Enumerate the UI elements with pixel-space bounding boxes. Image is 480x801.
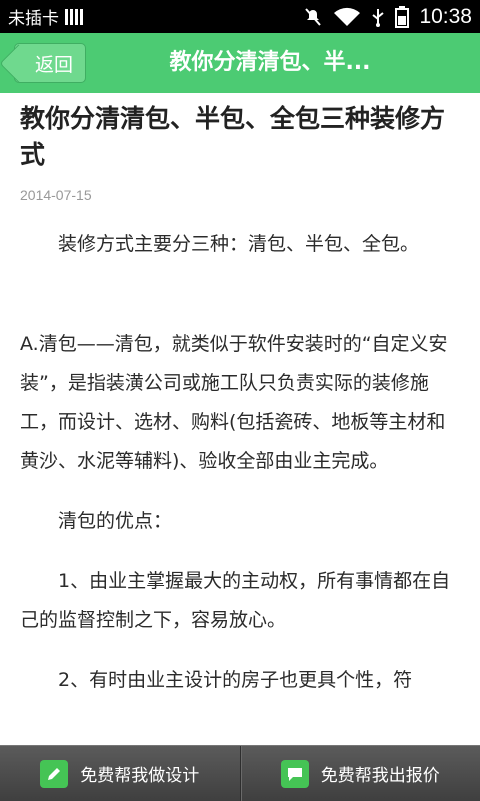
article-title: 教你分清清包、半包、全包三种装修方式 xyxy=(20,101,460,173)
back-button-label: 返回 xyxy=(35,50,73,77)
free-design-label: 免费帮我做设计 xyxy=(80,761,199,786)
status-left: 未插卡 xyxy=(8,4,83,29)
paragraph: 1、由业主掌握最大的主动权，所有事情都在自己的监督控制之下，容易放心。 xyxy=(20,562,460,640)
paragraph-gap xyxy=(20,285,460,325)
free-quote-button[interactable]: 免费帮我出报价 xyxy=(240,746,480,801)
paragraph: 清包的优点： xyxy=(20,502,460,541)
article-content[interactable]: 教你分清清包、半包、全包三种装修方式 2014-07-15 装修方式主要分三种：… xyxy=(0,93,480,745)
paragraph: 装修方式主要分三种：清包、半包、全包。 xyxy=(20,225,460,264)
free-quote-label: 免费帮我出报价 xyxy=(321,761,440,786)
signal-icon xyxy=(65,9,83,25)
wifi-icon xyxy=(333,7,361,27)
paragraph: A.清包——清包，就类似于软件安装时的“自定义安装”，是指装潢公司或施工队只负责… xyxy=(20,325,460,481)
page-title: 教你分清清包、半... xyxy=(120,33,420,93)
status-bar: 未插卡 10:38 xyxy=(0,0,480,33)
app-header: 返回 教你分清清包、半... xyxy=(0,33,480,93)
article-body: 装修方式主要分三种：清包、半包、全包。 A.清包——清包，就类似于软件安装时的“… xyxy=(20,225,460,700)
back-button[interactable]: 返回 xyxy=(14,43,86,83)
pencil-icon xyxy=(40,760,68,788)
article-date: 2014-07-15 xyxy=(20,187,460,203)
free-design-button[interactable]: 免费帮我做设计 xyxy=(0,746,240,801)
paragraph: 2、有时由业主设计的房子也更具个性，符 xyxy=(20,661,460,700)
bottom-action-bar: 免费帮我做设计 免费帮我出报价 xyxy=(0,745,480,801)
status-right: 10:38 xyxy=(303,5,472,29)
clock: 10:38 xyxy=(419,5,472,29)
carrier-label: 未插卡 xyxy=(8,4,59,29)
usb-icon xyxy=(371,7,385,27)
chat-bubble-icon xyxy=(281,760,309,788)
mute-icon xyxy=(303,7,323,27)
battery-icon xyxy=(395,6,409,28)
